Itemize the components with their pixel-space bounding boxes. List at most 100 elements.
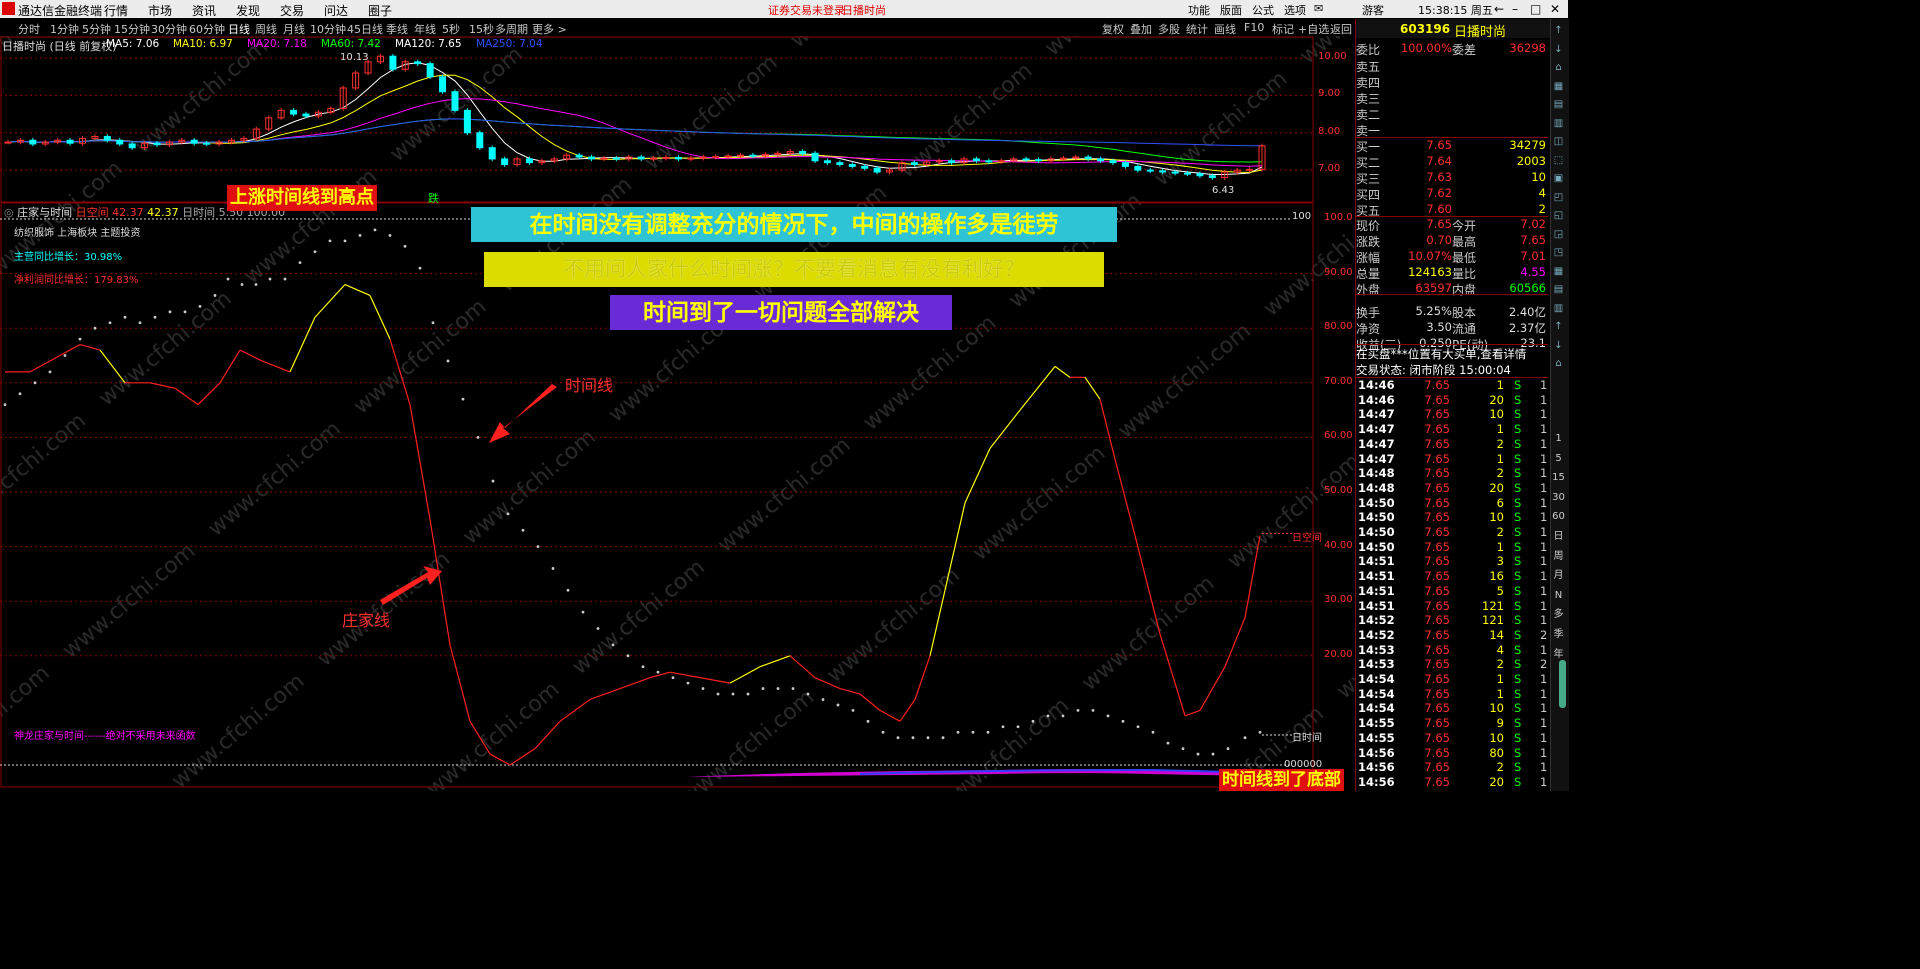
tool-icon[interactable]: ▦ <box>1552 80 1565 93</box>
menu-market[interactable]: 市场 <box>148 2 172 19</box>
back-icon[interactable]: ← <box>1494 2 1504 16</box>
period-tab[interactable]: 年线 <box>414 21 436 37</box>
tick-volume: 1 <box>1496 672 1504 686</box>
toolbar-button[interactable]: 标记 <box>1272 21 1294 37</box>
period-tab[interactable]: 分时 <box>18 21 40 37</box>
user-label[interactable]: 游客 <box>1362 2 1384 18</box>
period-shortcut-icon[interactable]: 日 <box>1552 530 1565 543</box>
period-tab[interactable]: 5秒 <box>442 21 460 37</box>
tool-icon[interactable]: ▦ <box>1552 265 1565 278</box>
menu-quotes[interactable]: 行情 <box>104 2 128 19</box>
period-tab[interactable]: 60分钟 <box>189 21 225 37</box>
tick-side: S <box>1514 716 1522 731</box>
period-shortcut-icon[interactable]: 30 <box>1552 491 1565 504</box>
period-tab[interactable]: 更多 > <box>532 21 567 37</box>
tick-volume: 10 <box>1489 510 1504 525</box>
indicator-name[interactable]: 庄家与时间 <box>17 206 72 219</box>
period-tab[interactable]: 10分钟 <box>310 21 346 37</box>
maximize-icon[interactable]: □ <box>1530 2 1541 16</box>
indicator-footnote: 神龙庄家与时间------绝对不采用未来函数 <box>14 731 196 742</box>
toolbar-button[interactable]: 画线 <box>1214 21 1236 37</box>
tick-side: S <box>1514 510 1522 525</box>
tool-icon[interactable]: ▤ <box>1552 98 1565 111</box>
tick-volume: 20 <box>1489 480 1504 495</box>
tool-icon[interactable]: ⌂ <box>1552 61 1565 74</box>
period-shortcut-icon[interactable]: 年 <box>1552 648 1565 661</box>
login-status[interactable]: 证券交易未登录 <box>768 2 845 18</box>
ma-label: MA10: 6.97 <box>173 38 233 50</box>
period-tab[interactable]: 1分钟 <box>50 21 79 37</box>
period-tab[interactable]: 周线 <box>255 21 277 37</box>
menu-ask[interactable]: 问达 <box>324 2 348 19</box>
period-shortcut-icon[interactable]: 季 <box>1552 628 1565 641</box>
mail-icon[interactable]: ✉ <box>1314 2 1323 15</box>
period-tab[interactable]: 5分钟 <box>82 21 111 37</box>
tool-icon[interactable]: ▥ <box>1552 117 1565 130</box>
tool-icon[interactable]: ⬚ <box>1552 154 1565 167</box>
tool-icon[interactable]: ↓ <box>1552 43 1565 56</box>
menu-trade[interactable]: 交易 <box>280 2 304 19</box>
menu-circle[interactable]: 圈子 <box>368 2 392 19</box>
scroll-thumb[interactable] <box>1559 660 1566 708</box>
toolbar-button[interactable]: 叠加 <box>1130 21 1152 37</box>
period-tab[interactable]: 多周期 <box>495 21 528 37</box>
tool-icon[interactable]: ◳ <box>1552 246 1565 259</box>
tool-icon[interactable]: ↓ <box>1552 339 1565 352</box>
period-shortcut-icon[interactable]: 5 <box>1552 452 1565 465</box>
period-shortcut-icon[interactable]: 月 <box>1552 569 1565 582</box>
toolbar-button[interactable]: 统计 <box>1186 21 1208 37</box>
tick-price: 7.65 <box>1424 436 1450 451</box>
close-icon[interactable]: ✕ <box>1550 2 1560 16</box>
period-shortcut-icon[interactable]: 15 <box>1552 471 1565 484</box>
period-tab[interactable]: 30分钟 <box>151 21 187 37</box>
quote-label-2: 最高 <box>1452 235 1477 249</box>
toolbar-button[interactable]: F10 <box>1244 21 1264 34</box>
toolbar-button[interactable]: 多股 <box>1158 21 1180 37</box>
indicator-v2: 42.37 <box>147 206 179 219</box>
menu-function[interactable]: 功能 <box>1188 2 1210 18</box>
tick-side: S <box>1514 392 1522 407</box>
ma-label: MA60: 7.42 <box>321 38 381 50</box>
tool-icon[interactable]: ◫ <box>1552 135 1565 148</box>
menu-layout[interactable]: 版面 <box>1220 2 1242 18</box>
big-order-notice[interactable]: 在买盘***位置有大买单,查看详情 <box>1356 346 1526 362</box>
toolbar-button[interactable]: +自选 <box>1298 21 1329 37</box>
tool-icon[interactable]: ◰ <box>1552 191 1565 204</box>
period-tab[interactable]: 季线 <box>386 21 408 37</box>
indicator-settings-icon[interactable]: ◎ <box>4 206 14 219</box>
tool-icon[interactable]: ▥ <box>1552 302 1565 315</box>
tool-icon[interactable]: ◱ <box>1552 209 1565 222</box>
tool-icon[interactable]: ↑ <box>1552 24 1565 37</box>
tick-side: S <box>1514 745 1522 760</box>
chart-area[interactable]: www.cfchi.com <box>0 36 1355 791</box>
buy-level-price: 7.65 <box>1426 138 1452 152</box>
period-shortcut-icon[interactable]: 1 <box>1552 432 1565 445</box>
tool-icon[interactable]: ▤ <box>1552 283 1565 296</box>
period-tab[interactable]: 月线 <box>283 21 305 37</box>
period-tab[interactable]: 15分钟 <box>114 21 150 37</box>
tick-count: 1 <box>1540 583 1548 598</box>
period-tab[interactable]: 45日线 <box>347 21 383 37</box>
title-bar: 通达信金融终端 行情 市场 资讯 发现 交易 问达 圈子 证券交易未登录 日播时… <box>0 0 1568 18</box>
tool-icon[interactable]: ◲ <box>1552 228 1565 241</box>
period-tab[interactable]: 15秒 <box>469 21 494 37</box>
quote-value-2: 4.55 <box>1520 265 1546 279</box>
tool-icon[interactable]: ↑ <box>1552 320 1565 333</box>
period-shortcut-icon[interactable]: 多 <box>1552 608 1565 621</box>
tool-icon[interactable]: ▣ <box>1552 172 1565 185</box>
period-shortcut-icon[interactable]: N <box>1552 589 1565 602</box>
menu-discover[interactable]: 发现 <box>236 2 260 19</box>
toolbar-button[interactable]: 复权 <box>1102 21 1124 37</box>
buy-level-label: 买一 <box>1356 140 1381 154</box>
period-tab[interactable]: 日线 <box>228 21 250 37</box>
tick-price: 7.65 <box>1424 510 1450 525</box>
menu-news[interactable]: 资讯 <box>192 2 216 19</box>
buy-level-volume: 4 <box>1538 186 1546 200</box>
minimize-icon[interactable]: – <box>1512 2 1518 16</box>
period-shortcut-icon[interactable]: 60 <box>1552 510 1565 523</box>
period-shortcut-icon[interactable]: 周 <box>1552 550 1565 563</box>
menu-options[interactable]: 选项 <box>1284 2 1306 18</box>
toolbar-button[interactable]: 返回 <box>1330 21 1352 37</box>
tool-icon[interactable]: ⌂ <box>1552 357 1565 370</box>
menu-formula[interactable]: 公式 <box>1252 2 1274 18</box>
